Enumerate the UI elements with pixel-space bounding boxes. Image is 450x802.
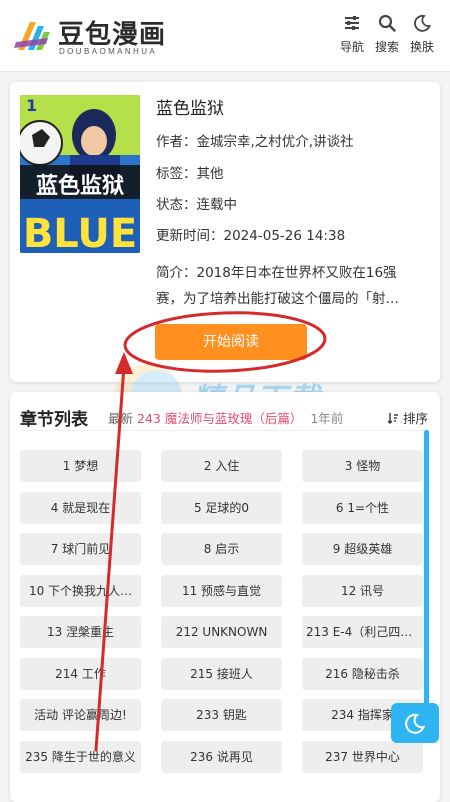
chapter-item[interactable]: 3 怪物 (302, 450, 423, 482)
comic-info-card: 蓝色监狱 BLUE 1 蓝色监狱 作者：金城宗幸,之村优介,讲谈社 标签：其他 … (10, 82, 440, 382)
updated-row: 更新时间：2024-05-26 14:38 (156, 224, 345, 244)
tags-value[interactable]: 其他 (197, 166, 224, 182)
chapter-item[interactable]: 6 1=个性 (302, 491, 423, 524)
chapter-item[interactable]: 216 隐秘击杀 (302, 657, 423, 690)
logo-title: 豆包漫画 (58, 20, 167, 50)
chapter-item[interactable]: 9 超级英雄 (302, 533, 423, 565)
moon-icon (414, 14, 431, 32)
night-mode-button[interactable] (391, 703, 439, 743)
updated-value: 2024-05-26 14:38 (223, 228, 346, 244)
cover-number: 1 (26, 96, 37, 115)
chapter-item[interactable]: 10 下个换我九人… (20, 574, 141, 607)
nav-button-guide[interactable]: 导航 (334, 10, 370, 62)
chapter-item[interactable]: 235 降生于世的意义 (20, 740, 141, 773)
chapter-item[interactable]: 8 启示 (161, 533, 282, 565)
latest-time: 1年前 (310, 411, 344, 426)
comic-intro: 简介：2018年日本在世界杯又败在16强赛，为了培养出能打破这个僵局的「射… (156, 260, 422, 312)
author-row: 作者：金城宗幸,之村优介,讲谈社 (156, 130, 354, 150)
cover-art-icon: 蓝色监狱 BLUE 1 (20, 95, 140, 253)
chapter-item[interactable]: 214 工作 (20, 657, 141, 690)
chapter-item[interactable]: 1 梦想 (20, 450, 141, 482)
nav-label-theme: 换肤 (409, 40, 434, 54)
nav-button-theme[interactable]: 换肤 (404, 10, 440, 62)
sort-button[interactable]: 排序 (387, 408, 428, 427)
comic-cover[interactable]: 蓝色监狱 BLUE 1 (20, 95, 140, 253)
start-reading-button[interactable]: 开始阅读 (155, 324, 307, 360)
status-row: 状态：连载中 (156, 193, 237, 213)
site-header: 豆包漫画 DOUBAOMANHUA 导航 搜索 换肤 (0, 0, 450, 72)
updated-label: 更新时间： (156, 228, 224, 244)
sort-icon (387, 413, 398, 424)
author-value[interactable]: 金城宗幸,之村优介,讲谈社 (197, 134, 354, 150)
chapter-item[interactable]: 212 UNKNOWN (161, 616, 282, 648)
comic-title: 蓝色监狱 (156, 99, 224, 119)
latest-label: 最新 (108, 411, 134, 426)
sort-label: 排序 (402, 411, 428, 426)
search-icon (378, 14, 396, 32)
logo-mark-icon (14, 22, 50, 50)
chapter-item[interactable]: 233 钥匙 (161, 699, 282, 731)
chapter-item[interactable]: 13 涅槃重生 (20, 616, 141, 648)
latest-chapter: 最新 243 魔法师与蓝玫瑰（后篇） 1年前 (108, 408, 343, 427)
sliders-icon (345, 16, 359, 30)
logo-subtitle: DOUBAOMANHUA (59, 47, 158, 56)
site-logo[interactable]: 豆包漫画 DOUBAOMANHUA (12, 12, 172, 60)
chapter-item[interactable]: 4 就是现在 (20, 491, 141, 524)
nav-label-guide: 导航 (339, 40, 364, 54)
intro-label: 简介： (156, 265, 197, 281)
chapter-item[interactable]: 5 足球的0 (161, 491, 282, 524)
chapter-item[interactable]: 236 说再见 (161, 740, 282, 773)
divider (20, 430, 430, 431)
nav-button-search[interactable]: 搜索 (369, 10, 405, 62)
chapter-item[interactable]: 12 讯号 (302, 574, 423, 607)
nav-label-search: 搜索 (374, 40, 399, 54)
tags-row: 标签：其他 (156, 162, 224, 182)
moon-icon (405, 713, 426, 734)
author-label: 作者： (156, 134, 197, 150)
chapter-list-title: 章节列表 (20, 410, 88, 430)
chapter-item[interactable]: 活动 评论赢周边! (20, 699, 141, 731)
chapter-item[interactable]: 7 球门前见 (20, 533, 141, 565)
chapter-list-card: 章节列表 最新 243 魔法师与蓝玫瑰（后篇） 1年前 排序 1 梦想 2 入住 3… (10, 392, 440, 802)
chapter-item[interactable]: 11 预感与直觉 (161, 574, 282, 607)
status-label: 状态： (156, 197, 197, 213)
chapter-item[interactable]: 213 E-4（利己四人… (302, 616, 423, 648)
chapter-item[interactable]: 2 入住 (161, 450, 282, 482)
scrollbar[interactable] (424, 430, 429, 710)
chapter-item[interactable]: 215 接班人 (161, 657, 282, 690)
tags-label: 标签： (156, 166, 197, 182)
status-value: 连载中 (196, 197, 238, 213)
latest-chapter-link[interactable]: 243 魔法师与蓝玫瑰（后篇） (137, 411, 302, 426)
svg-text:BLUE: BLUE (23, 211, 137, 253)
chapter-item[interactable]: 237 世界中心 (302, 740, 423, 773)
cover-title-text: 蓝色监狱 (36, 173, 124, 199)
